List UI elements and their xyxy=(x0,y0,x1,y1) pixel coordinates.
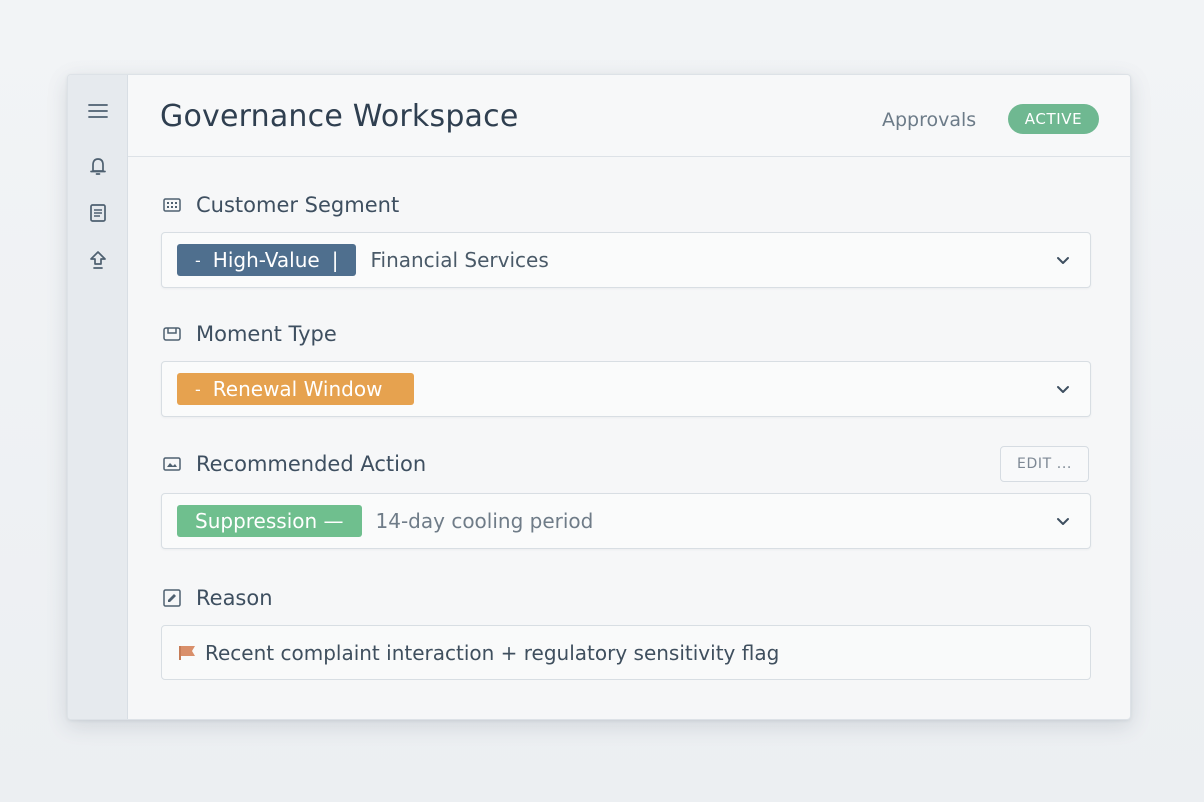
upload-icon[interactable] xyxy=(86,248,110,272)
moment-type-select[interactable]: - Renewal Window xyxy=(161,361,1091,417)
moment-type-label-text: Moment Type xyxy=(196,322,337,346)
reason-text: Recent complaint interaction + regulator… xyxy=(205,640,780,665)
action-chip-label: Suppression — xyxy=(195,509,344,533)
recommended-action-select[interactable]: Suppression — 14-day cooling period xyxy=(161,493,1091,549)
page-title: Governance Workspace xyxy=(160,99,519,134)
calendar-grid-icon xyxy=(163,198,181,212)
document-icon[interactable] xyxy=(86,201,110,225)
moment-type-label: Moment Type xyxy=(162,322,337,346)
action-chip[interactable]: Suppression — xyxy=(177,505,362,537)
image-frame-icon xyxy=(163,457,181,471)
customer-segment-select[interactable]: - High-Value | Financial Services xyxy=(161,232,1091,288)
edit-button[interactable]: EDIT ... xyxy=(1000,446,1089,482)
moment-chip[interactable]: - Renewal Window xyxy=(177,373,415,405)
header-bar: Governance Workspace Approvals ACTIVE xyxy=(128,75,1130,157)
flag-icon xyxy=(179,645,195,660)
status-badge: ACTIVE xyxy=(1008,104,1099,134)
text-caret-icon: | xyxy=(331,248,339,272)
chip-dash-icon: - xyxy=(195,379,201,399)
action-value: 14-day cooling period xyxy=(375,509,594,533)
reason-label: Reason xyxy=(162,586,273,610)
stage: Governance Workspace Approvals ACTIVE Cu… xyxy=(0,0,1204,802)
chevron-down-icon[interactable] xyxy=(1054,251,1072,269)
recommended-action-label-text: Recommended Action xyxy=(196,452,427,476)
tray-icon xyxy=(163,327,181,341)
moment-chip-label: Renewal Window xyxy=(212,377,383,401)
segment-chip-label: High-Value xyxy=(212,248,320,272)
approvals-link[interactable]: Approvals xyxy=(882,109,976,131)
chip-dash-icon: - xyxy=(195,250,201,270)
customer-segment-label: Customer Segment xyxy=(162,193,399,217)
recommended-action-label: Recommended Action xyxy=(162,452,426,476)
segment-chip[interactable]: - High-Value | xyxy=(177,244,357,276)
workspace-window: Governance Workspace Approvals ACTIVE Cu… xyxy=(67,74,1131,720)
menu-icon[interactable] xyxy=(86,99,110,123)
bell-icon[interactable] xyxy=(86,154,110,178)
reason-field: Recent complaint interaction + regulator… xyxy=(161,625,1091,680)
edit-note-icon xyxy=(163,589,181,607)
chevron-down-icon[interactable] xyxy=(1054,512,1072,530)
segment-value: Financial Services xyxy=(370,248,549,272)
customer-segment-label-text: Customer Segment xyxy=(196,193,400,217)
icon-rail xyxy=(68,75,128,719)
reason-label-text: Reason xyxy=(196,586,273,610)
chevron-down-icon[interactable] xyxy=(1054,380,1072,398)
